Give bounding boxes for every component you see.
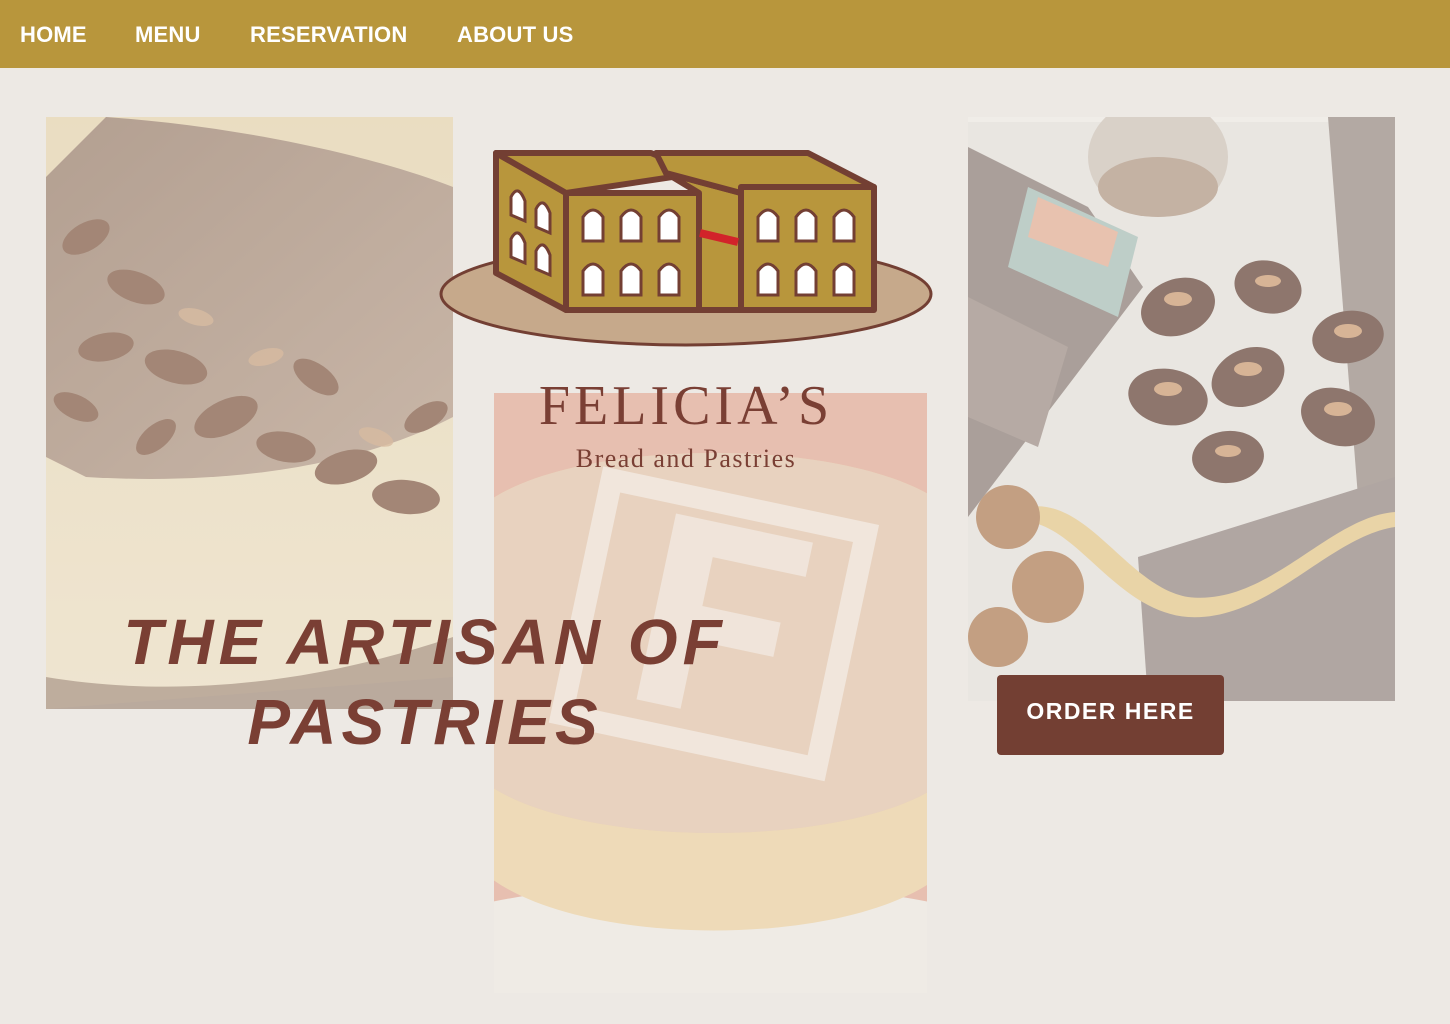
photo-overlay <box>968 117 1395 701</box>
brand-name: FELICIA’S <box>538 375 834 437</box>
top-navigation: HOME MENU RESERVATION ABOUT US <box>0 0 1450 68</box>
hero-headline: THE ARTISAN OF PASTRIES <box>123 606 727 758</box>
nav-item-reservation[interactable]: RESERVATION <box>250 22 407 48</box>
brand-tagline: Bread and Pastries <box>575 444 797 473</box>
nav-item-menu[interactable]: MENU <box>135 22 201 48</box>
chocolate-almonds-photo <box>968 117 1395 701</box>
nav-item-about-us[interactable]: ABOUT US <box>457 22 574 48</box>
nav-item-home[interactable]: HOME <box>20 22 87 48</box>
order-here-button[interactable]: ORDER HERE <box>997 675 1224 755</box>
